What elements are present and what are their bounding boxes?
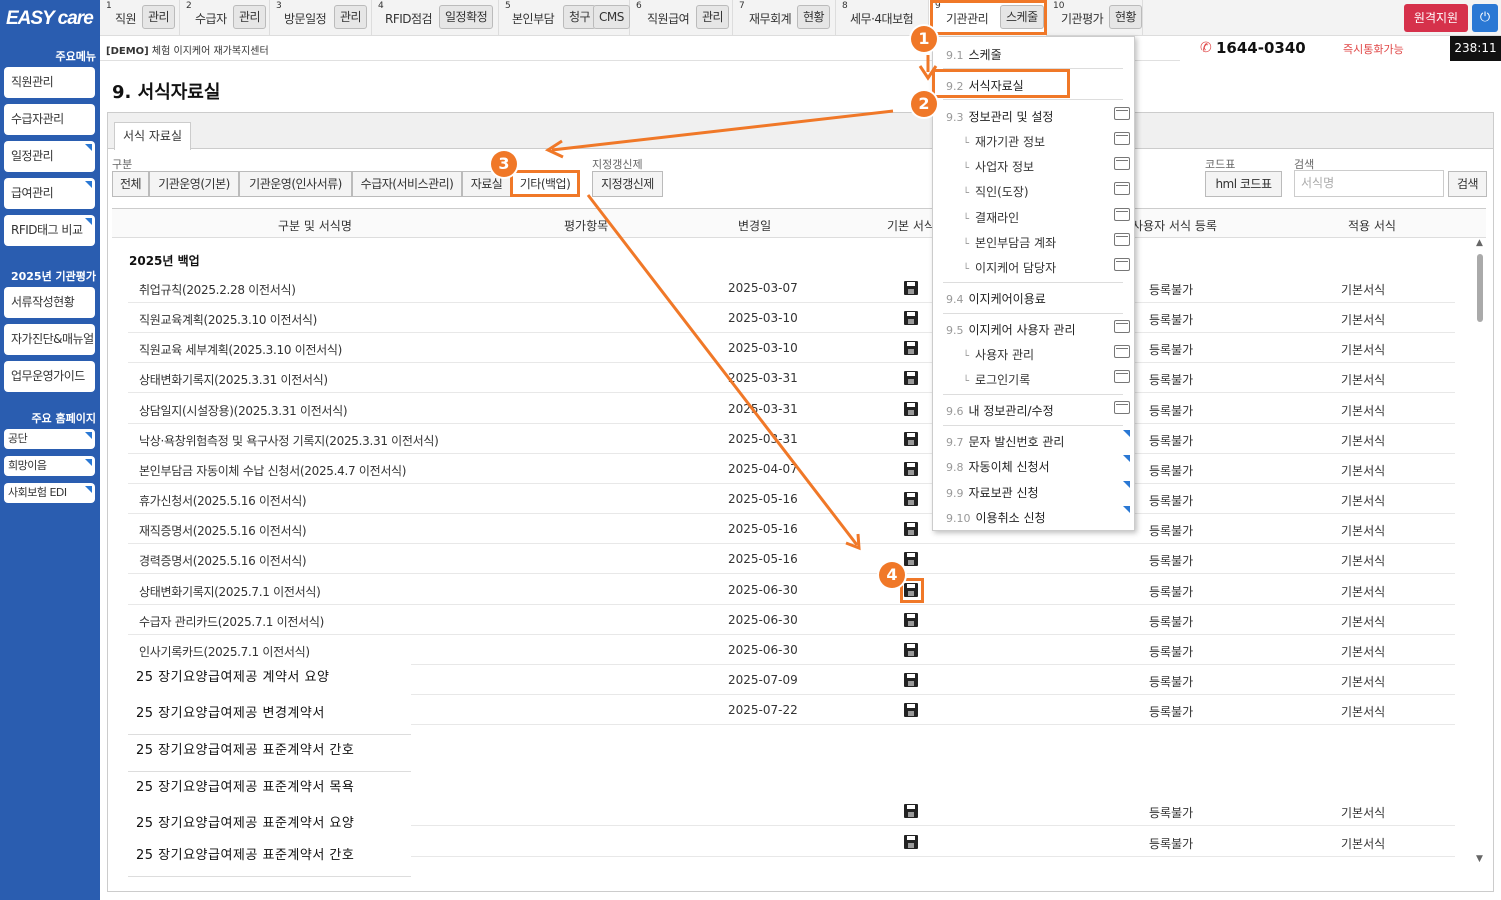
step-badge-1: 1	[911, 26, 937, 52]
arrow-3	[586, 194, 859, 546]
step-badge-4: 4	[879, 562, 905, 588]
step-badge-2: 2	[911, 91, 937, 117]
step-badge-3: 3	[491, 151, 517, 177]
annotation-arrows	[544, 55, 938, 551]
arrow-2	[551, 109, 894, 152]
